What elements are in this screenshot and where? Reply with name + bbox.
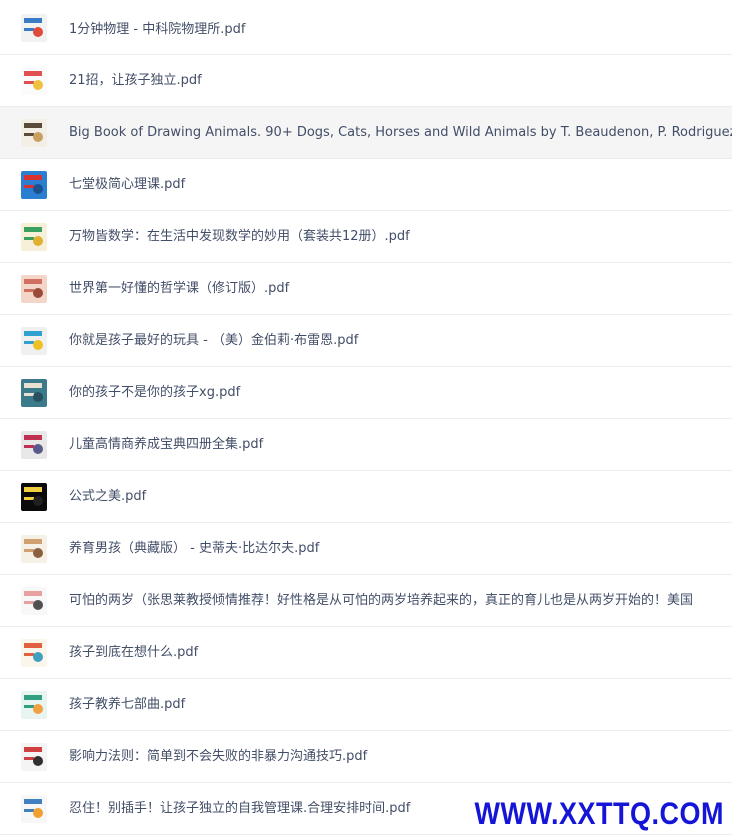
file-row[interactable]: 21招，让孩子独立.pdf	[0, 55, 732, 107]
file-name[interactable]: 1分钟物理 - 中科院物理所.pdf	[69, 0, 245, 55]
file-name[interactable]: 养育男孩（典藏版） - 史蒂夫·比达尔夫.pdf	[69, 523, 319, 575]
file-name[interactable]: Big Book of Drawing Animals. 90+ Dogs, C…	[69, 107, 732, 159]
file-name[interactable]: 21招，让孩子独立.pdf	[69, 55, 202, 107]
pdf-thumbnail-icon	[21, 535, 47, 563]
file-name[interactable]: 影响力法则：简单到不会失败的非暴力沟通技巧.pdf	[69, 731, 367, 783]
pdf-thumbnail-icon	[21, 587, 47, 615]
pdf-thumbnail-icon	[21, 379, 47, 407]
file-name[interactable]: 儿童高情商养成宝典四册全集.pdf	[69, 419, 263, 471]
file-name[interactable]: 忍住！别插手！让孩子独立的自我管理课.合理安排时间.pdf	[69, 783, 410, 835]
file-name[interactable]: 七堂极简心理课.pdf	[69, 159, 185, 211]
pdf-thumbnail-icon	[21, 119, 47, 147]
file-row[interactable]: 世界第一好懂的哲学课（修订版）.pdf	[0, 263, 732, 315]
file-name[interactable]: 万物皆数学：在生活中发现数学的妙用（套装共12册）.pdf	[69, 211, 410, 263]
pdf-thumbnail-icon	[21, 431, 47, 459]
file-name[interactable]: 可怕的两岁（张思莱教授倾情推荐！好性格是从可怕的两岁培养起来的，真正的育儿也是从…	[69, 575, 693, 627]
file-row[interactable]: 你就是孩子最好的玩具 - （美）金伯莉·布雷恩.pdf	[0, 315, 732, 367]
pdf-thumbnail-icon	[21, 639, 47, 667]
file-row[interactable]: 影响力法则：简单到不会失败的非暴力沟通技巧.pdf	[0, 731, 732, 783]
file-list: 1分钟物理 - 中科院物理所.pdf 21招，让孩子独立.pdf Big Book …	[0, 0, 732, 837]
pdf-thumbnail-icon	[21, 14, 47, 42]
pdf-thumbnail-icon	[21, 223, 47, 251]
file-row[interactable]: 公式之美.pdf	[0, 471, 732, 523]
file-name[interactable]: 你的孩子不是你的孩子xg.pdf	[69, 367, 240, 419]
file-row[interactable]: 1分钟物理 - 中科院物理所.pdf	[0, 0, 732, 55]
file-row[interactable]: 孩子教养七部曲.pdf	[0, 679, 732, 731]
file-row[interactable]: 儿童高情商养成宝典四册全集.pdf	[0, 419, 732, 471]
file-name[interactable]: 公式之美.pdf	[69, 471, 146, 523]
pdf-thumbnail-icon	[21, 691, 47, 719]
file-row[interactable]: 七堂极简心理课.pdf	[0, 159, 732, 211]
file-row[interactable]: 养育男孩（典藏版） - 史蒂夫·比达尔夫.pdf	[0, 523, 732, 575]
file-row[interactable]: 可怕的两岁（张思莱教授倾情推荐！好性格是从可怕的两岁培养起来的，真正的育儿也是从…	[0, 575, 732, 627]
pdf-thumbnail-icon	[21, 743, 47, 771]
watermark-text: WWW.XXTTQ.COM	[472, 796, 726, 832]
pdf-thumbnail-icon	[21, 171, 47, 199]
pdf-thumbnail-icon	[21, 327, 47, 355]
pdf-thumbnail-icon	[21, 67, 47, 95]
pdf-thumbnail-icon	[21, 483, 47, 511]
pdf-thumbnail-icon	[21, 795, 47, 823]
file-row[interactable]: 孩子到底在想什么.pdf	[0, 627, 732, 679]
file-row[interactable]: 你的孩子不是你的孩子xg.pdf	[0, 367, 732, 419]
file-row[interactable]: Big Book of Drawing Animals. 90+ Dogs, C…	[0, 107, 732, 159]
file-name[interactable]: 你就是孩子最好的玩具 - （美）金伯莉·布雷恩.pdf	[69, 315, 358, 367]
file-name[interactable]: 世界第一好懂的哲学课（修订版）.pdf	[69, 263, 289, 315]
file-name[interactable]: 孩子教养七部曲.pdf	[69, 679, 185, 731]
file-row[interactable]: 万物皆数学：在生活中发现数学的妙用（套装共12册）.pdf	[0, 211, 732, 263]
pdf-thumbnail-icon	[21, 275, 47, 303]
file-name[interactable]: 孩子到底在想什么.pdf	[69, 627, 198, 679]
